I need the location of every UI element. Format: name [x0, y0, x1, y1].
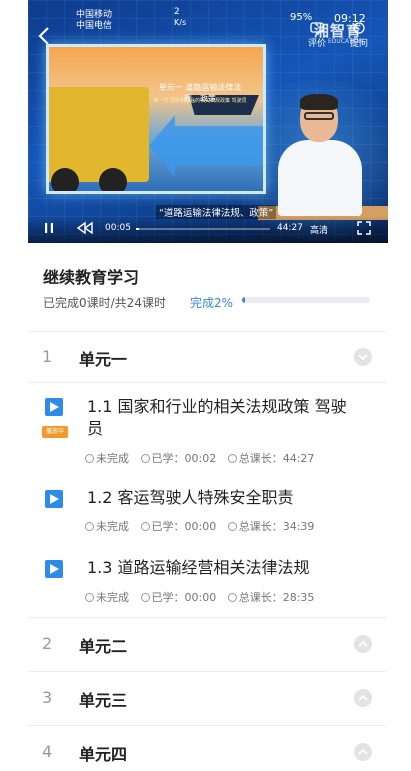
status-icon [85, 522, 94, 531]
pause-button[interactable] [42, 221, 56, 235]
lesson-status: 未完成 [96, 452, 129, 465]
carrier-label-2: 中国电信 [76, 21, 113, 31]
lesson-duration: 总课长：44:27 [238, 452, 315, 465]
divider [28, 725, 386, 726]
clock-icon [227, 522, 237, 531]
unit-name: 单元三 [79, 691, 128, 710]
clock-icon [140, 454, 150, 463]
unit-row-2[interactable]: 2 单元二 [28, 620, 386, 670]
chevron-up-icon [358, 748, 368, 755]
rate-label: 评价 [307, 39, 326, 49]
presenter-image [278, 94, 362, 216]
lesson-status: 未完成 [96, 520, 129, 533]
lecture-slide [46, 44, 266, 194]
network-speed-unit: K/s [174, 18, 187, 27]
lesson-status: 未完成 [96, 591, 129, 604]
lesson-item-1-3[interactable]: 1.3 道路运输经营相关法律法规 未完成 已学：00:00 总课长：28:35 [28, 545, 386, 617]
clock-icon [140, 593, 150, 602]
chevron-down-icon [358, 354, 368, 361]
lesson-meta: 未完成 已学：00:00 总课长：28:35 [85, 589, 314, 605]
lesson-item-1-2[interactable]: 1.2 客运驾驶人特殊安全职责 未完成 已学：00:00 总课长：34:39 [28, 475, 386, 545]
unit-row-3[interactable]: 3 单元三 [28, 674, 386, 724]
unit-number: 3 [42, 688, 53, 707]
truck-illustration [49, 87, 149, 191]
video-lesson-icon [45, 560, 63, 578]
fullscreen-icon [357, 221, 371, 235]
unit-number: 1 [42, 347, 53, 366]
clock-icon [140, 522, 150, 531]
unit-expand-button[interactable] [354, 743, 372, 761]
divider [28, 617, 386, 618]
clock-icon [227, 454, 237, 463]
ask-icon [353, 22, 365, 34]
course-progress-bar [242, 297, 370, 303]
unit-name: 单元一 [79, 350, 128, 369]
course-stats: 已完成0课时/共24课时 [43, 296, 166, 310]
video-progress-bar[interactable] [136, 228, 270, 230]
lesson-title: 1.1 国家和行业的相关法规政策 驾驶 员 [87, 397, 347, 438]
video-progress-fill [136, 228, 139, 230]
network-speed: 2 [174, 7, 180, 17]
page: 中国移动 中国电信 2 K/s 95% 09:12 湘智育 EDUCATION … [0, 0, 411, 771]
rewind-icon [76, 221, 93, 235]
chevron-up-icon [358, 694, 368, 701]
unit-expand-button[interactable] [354, 689, 372, 707]
lesson-duration: 总课长：28:35 [238, 591, 315, 604]
divider [28, 331, 386, 332]
lesson-learned: 已学：00:00 [151, 591, 217, 604]
rate-icon [310, 22, 324, 33]
fullscreen-button[interactable] [356, 220, 372, 236]
back-icon[interactable] [36, 26, 52, 46]
total-time: 44:27 [277, 223, 303, 233]
course-progress-fill [242, 297, 245, 303]
quality-button[interactable]: 高清 [310, 223, 328, 236]
lesson-meta: 未完成 已学：00:02 总课长：44:27 [85, 450, 314, 466]
rewind-button[interactable] [76, 221, 94, 235]
unit-expand-button[interactable] [354, 635, 372, 653]
status-icon [85, 454, 94, 463]
lesson-title: 1.2 客运驾驶人特殊安全职责 [87, 488, 294, 507]
video-player[interactable]: 中国移动 中国电信 2 K/s 95% 09:12 湘智育 EDUCATION … [28, 0, 388, 243]
chevron-up-icon [358, 640, 368, 647]
unit-name: 单元二 [79, 637, 128, 656]
divider [28, 671, 386, 672]
unit-number: 2 [42, 634, 53, 653]
unit-row-1[interactable]: 1 单元一 [28, 333, 386, 383]
slide-subtitle: 第一节 国家和行业的相关法规政策 驾驶员 [153, 98, 247, 104]
course-title: 继续教育学习 [43, 268, 140, 287]
ask-label: 提问 [349, 39, 368, 49]
current-time: 00:05 [105, 223, 131, 233]
ask-button[interactable]: 提问 [342, 22, 376, 56]
unit-number: 4 [42, 742, 53, 761]
lesson-learned: 已学：00:02 [151, 452, 217, 465]
playing-badge: 播放中 [42, 426, 68, 438]
unit-collapse-button[interactable] [354, 348, 372, 366]
video-lesson-icon [45, 490, 63, 508]
clock-icon [227, 593, 237, 602]
unit-row-4[interactable]: 4 单元四 [28, 728, 386, 771]
lesson-item-1-1[interactable]: 播放中 1.1 国家和行业的相关法规政策 驾驶 员 未完成 已学：00:02 总… [28, 383, 386, 473]
lesson-meta: 未完成 已学：00:00 总课长：34:39 [85, 518, 314, 534]
unit-name: 单元四 [79, 745, 128, 764]
video-controls: 00:05 44:27 高清 [28, 216, 388, 243]
rate-button[interactable]: 评价 [300, 22, 334, 56]
course-percent: 完成2% [190, 296, 234, 310]
pause-icon [45, 223, 53, 233]
status-icon [85, 593, 94, 602]
lesson-title: 1.3 道路运输经营相关法律法规 [87, 558, 310, 577]
video-lesson-icon [45, 398, 63, 416]
lesson-learned: 已学：00:00 [151, 520, 217, 533]
lesson-duration: 总课长：34:39 [238, 520, 315, 533]
